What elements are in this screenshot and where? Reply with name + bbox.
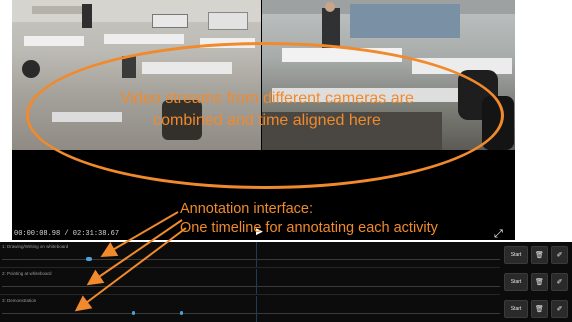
timeline-label: 1: Drawing/Writing on whiteboard <box>2 244 69 249</box>
timeline-track[interactable]: 1: Drawing/Writing on whiteboard Start 🗑… <box>0 242 572 268</box>
timeline-track[interactable]: 2: Pointing at whiteboard Start 🗑 ✐ <box>0 269 572 295</box>
playhead-line <box>256 242 257 268</box>
annotation-timelines: 1: Drawing/Writing on whiteboard Start 🗑… <box>0 242 572 322</box>
start-button[interactable]: Start <box>504 273 528 291</box>
timeline-separator <box>0 294 500 295</box>
video-caption-line-1: Video streams from different cameras are <box>120 90 414 107</box>
video-caption-line-2: combined and time aligned here <box>153 112 381 129</box>
timeline-label: 3: Demonstration <box>2 298 37 303</box>
timeline-bar[interactable] <box>2 259 500 260</box>
video-timecode: 00:00:08.98 / 02:31:38.67 <box>14 230 120 238</box>
playhead-line <box>256 296 257 322</box>
timeline-controls: Start 🗑 ✐ <box>504 300 568 318</box>
timeline-controls: Start 🗑 ✐ <box>504 246 568 264</box>
timeline-bar[interactable] <box>2 286 500 287</box>
annotation-marker[interactable] <box>180 311 183 315</box>
edit-icon[interactable]: ✐ <box>551 273 568 291</box>
timeline-bar[interactable] <box>2 313 500 314</box>
start-button[interactable]: Start <box>504 246 528 264</box>
timeline-label: 2: Pointing at whiteboard <box>2 271 52 276</box>
playhead-line <box>256 269 257 295</box>
delete-icon[interactable]: 🗑 <box>531 300 548 318</box>
annotation-caption-line-1: Annotation interface: <box>180 201 314 217</box>
annotation-marker[interactable] <box>132 311 135 315</box>
edit-icon[interactable]: ✐ <box>551 300 568 318</box>
delete-icon[interactable]: 🗑 <box>531 273 548 291</box>
annotation-caption-line-2: One timeline for annotating each activit… <box>180 220 438 236</box>
annotation-interface-caption: Annotation interface: One timeline for a… <box>180 200 438 238</box>
timeline-track[interactable]: 3: Demonstration Start 🗑 ✐ <box>0 296 572 322</box>
annotation-marker[interactable] <box>86 257 92 261</box>
edit-icon[interactable]: ✐ <box>551 246 568 264</box>
delete-icon[interactable]: 🗑 <box>531 246 548 264</box>
timeline-separator <box>0 267 500 268</box>
fullscreen-icon[interactable]: ⤢ <box>494 228 506 240</box>
timeline-controls: Start 🗑 ✐ <box>504 273 568 291</box>
start-button[interactable]: Start <box>504 300 528 318</box>
video-area-caption: Video streams from different cameras are… <box>82 88 452 132</box>
